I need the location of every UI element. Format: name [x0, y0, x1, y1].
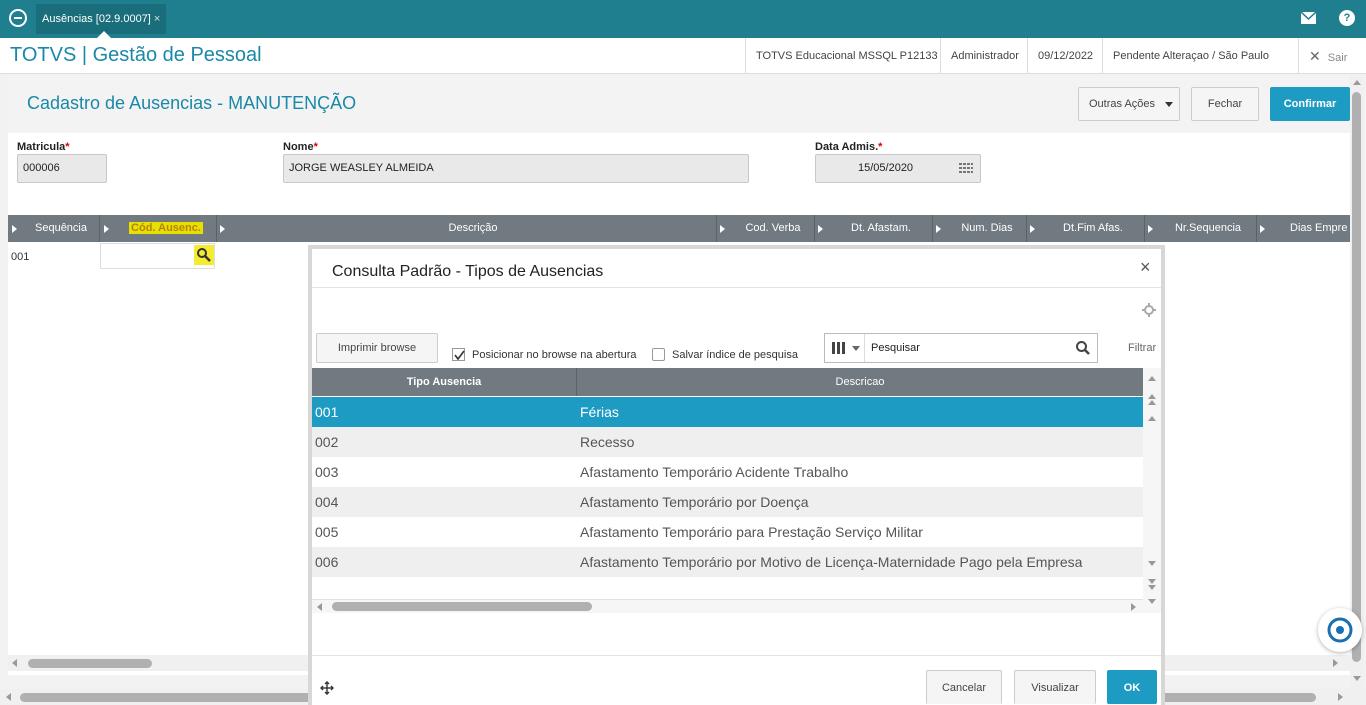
- active-tab-caret: [97, 31, 111, 38]
- column-arrow-icon: [12, 225, 17, 233]
- employee-fields: Matricula* 000006 Nome* JORGE WEASLEY AL…: [8, 133, 1350, 215]
- col-cod-ausenc[interactable]: Cód. Ausenc.: [114, 215, 218, 242]
- table-row[interactable]: 002 Recesso: [312, 427, 1143, 457]
- dialog-title: Consulta Padrão - Tipos de Ausencias: [332, 263, 604, 280]
- view-button[interactable]: Visualizar: [1014, 670, 1096, 704]
- tab-label: Ausências [02.9.0007]: [42, 13, 151, 25]
- tab-ausencias[interactable]: Ausências [02.9.0007] ×: [36, 4, 167, 34]
- search-field-selector[interactable]: [825, 334, 865, 362]
- data-admis-field[interactable]: 15/05/2020: [815, 154, 981, 183]
- position-browse-label: Posicionar no browse na abertura: [472, 349, 637, 361]
- col-descricao[interactable]: Descrição: [230, 215, 716, 242]
- col-dias-empre[interactable]: Dias Empre: [1270, 215, 1350, 242]
- row-sequencia: 001: [11, 251, 30, 263]
- col-sequencia[interactable]: Sequência: [22, 215, 100, 242]
- save-index-checkbox[interactable]: [652, 348, 665, 361]
- lookup-horizontal-scrollbar[interactable]: [312, 599, 1143, 613]
- matricula-field[interactable]: 000006: [17, 154, 107, 183]
- checkmark-icon: [454, 350, 465, 361]
- totvs-logo-icon[interactable]: [9, 9, 27, 27]
- lookup-dialog: Consulta Padrão - Tipos de Ausencias × I…: [308, 245, 1165, 705]
- column-arrow-icon: [936, 225, 941, 233]
- table-row[interactable]: 005 Afastamento Temporário para Prestação…: [312, 517, 1143, 547]
- table-row[interactable]: 004 Afastamento Temporário por Doença: [312, 487, 1143, 517]
- close-button[interactable]: Fechar: [1191, 87, 1259, 121]
- confirm-button[interactable]: Confirmar: [1270, 87, 1350, 121]
- matricula-label: Matricula*: [17, 141, 70, 153]
- cancel-button[interactable]: Cancelar: [926, 670, 1002, 704]
- col-descricao[interactable]: Descricao: [577, 368, 1143, 396]
- close-icon: ✕: [1309, 48, 1321, 64]
- chevron-down-icon: [852, 346, 860, 351]
- gear-icon[interactable]: [1142, 303, 1156, 317]
- search-icon: [197, 248, 211, 262]
- chat-support-icon: [1327, 617, 1353, 643]
- table-row[interactable]: 006 Afastamento Temporário por Motivo de …: [312, 547, 1143, 577]
- grid-header: Sequência Cód. Ausenc. Descrição Cod. Ve…: [8, 215, 1350, 242]
- form-header: Cadastro de Ausencias - MANUTENÇÃO Outra…: [8, 76, 1350, 133]
- column-arrow-icon: [1030, 225, 1035, 233]
- lookup-vertical-scrollbar[interactable]: [1143, 368, 1161, 613]
- filter-link[interactable]: Filtrar: [1128, 342, 1156, 354]
- table-row[interactable]: 003 Afastamento Temporário Acidente Traba…: [312, 457, 1143, 487]
- save-index-label: Salvar índice de pesquisa: [672, 349, 798, 361]
- column-arrow-icon: [1148, 225, 1153, 233]
- other-actions-label: Outras Ações: [1089, 98, 1156, 110]
- mail-icon[interactable]: [1301, 12, 1316, 24]
- top-tab-bar: Ausências [02.9.0007] × ?: [0, 0, 1366, 38]
- column-arrow-icon: [1260, 225, 1265, 233]
- page-vertical-scrollbar[interactable]: [1350, 76, 1364, 688]
- move-icon[interactable]: [320, 681, 334, 695]
- col-dt-afastam[interactable]: Dt. Afastam.: [828, 215, 934, 242]
- column-arrow-icon: [720, 225, 725, 233]
- exit-button[interactable]: ✕ Sair: [1298, 38, 1366, 74]
- lookup-grid-header: Tipo Ausencia Descricao: [312, 368, 1143, 396]
- column-arrow-icon: [220, 225, 225, 233]
- page-title: Cadastro de Ausencias - MANUTENÇÃO: [27, 93, 357, 113]
- col-cod-verba[interactable]: Cod. Verba: [730, 215, 816, 242]
- data-admis-label: Data Admis.*: [815, 141, 883, 153]
- search-input[interactable]: Pesquisar: [871, 342, 920, 354]
- data-admis-value: 15/05/2020: [858, 162, 914, 174]
- print-browse-button[interactable]: Imprimir browse: [316, 333, 438, 363]
- nome-field[interactable]: JORGE WEASLEY ALMEIDA: [283, 154, 749, 183]
- chat-support-button[interactable]: [1318, 608, 1362, 652]
- help-icon[interactable]: ?: [1339, 10, 1355, 26]
- column-arrow-icon: [104, 225, 109, 233]
- search-icon[interactable]: [1075, 340, 1091, 356]
- date-info: 09/12/2022: [1027, 38, 1103, 74]
- calendar-icon[interactable]: [959, 163, 973, 174]
- col-dt-fim-afas[interactable]: Dt.Fim Afas.: [1040, 215, 1146, 242]
- environment-info: TOTVS Educacional MSSQL P12133: [745, 38, 948, 74]
- nome-label: Nome*: [283, 141, 318, 153]
- column-arrow-icon: [818, 225, 823, 233]
- app-header: TOTVS | Gestão de Pessoal TOTVS Educacio…: [0, 38, 1366, 74]
- col-tipo-ausencia[interactable]: Tipo Ausencia: [312, 368, 576, 396]
- col-nr-sequencia[interactable]: Nr.Sequencia: [1158, 215, 1258, 242]
- dialog-close-icon[interactable]: ×: [1140, 257, 1151, 278]
- position-browse-checkbox[interactable]: [452, 348, 465, 361]
- chevron-down-icon: [1165, 102, 1173, 107]
- search-box: Pesquisar: [824, 333, 1098, 363]
- user-info: Administrador: [940, 38, 1029, 74]
- brand-title: TOTVS | Gestão de Pessoal: [10, 44, 262, 66]
- tab-close-icon[interactable]: ×: [154, 13, 160, 25]
- col-num-dias[interactable]: Num. Dias: [946, 215, 1028, 242]
- ok-button[interactable]: OK: [1107, 670, 1157, 704]
- other-actions-button[interactable]: Outras Ações: [1078, 87, 1180, 121]
- exit-label: Sair: [1327, 52, 1348, 64]
- table-row[interactable]: 001 Férias: [312, 397, 1143, 427]
- lookup-search-button[interactable]: [194, 245, 214, 265]
- branch-info: Pendente Alteraçao / São Paulo: [1102, 38, 1279, 74]
